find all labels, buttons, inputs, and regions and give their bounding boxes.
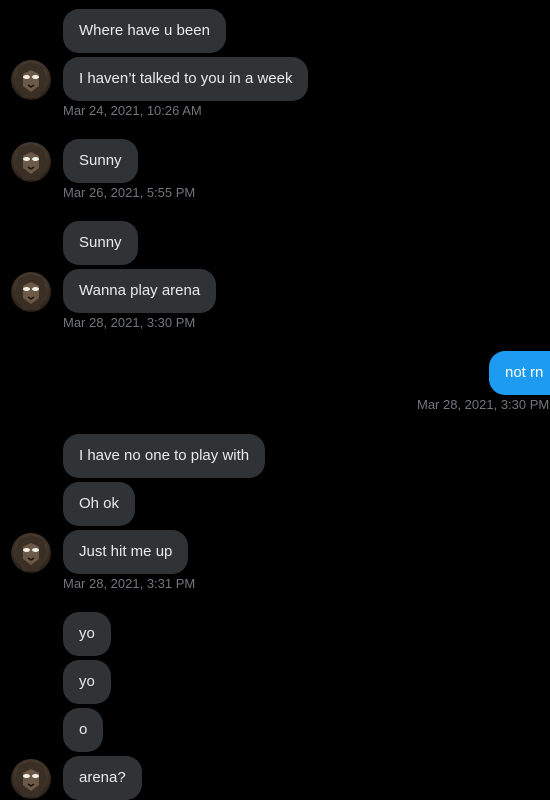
- sender-avatar-icon[interactable]: [11, 60, 51, 100]
- avatar-face-icon: [15, 144, 47, 180]
- message-timestamp: Mar 28, 2021, 3:30 PM: [63, 315, 196, 330]
- avatar-face-icon: [15, 274, 47, 310]
- incoming-message[interactable]: I have no one to play with: [63, 434, 266, 478]
- incoming-message[interactable]: yo: [63, 660, 111, 704]
- incoming-message[interactable]: yo: [63, 612, 111, 656]
- incoming-message[interactable]: Oh ok: [63, 482, 136, 526]
- avatar-face-icon: [15, 62, 47, 98]
- incoming-message[interactable]: Sunny: [63, 221, 138, 265]
- incoming-message[interactable]: o: [63, 708, 104, 752]
- sender-avatar-icon[interactable]: [11, 142, 51, 182]
- incoming-message[interactable]: Where have u been: [63, 9, 226, 53]
- sender-avatar-icon[interactable]: [11, 272, 51, 312]
- outgoing-message[interactable]: not rn: [489, 351, 550, 395]
- message-timestamp: Mar 28, 2021, 3:31 PM: [63, 576, 196, 591]
- incoming-message[interactable]: Wanna play arena: [63, 269, 217, 313]
- avatar-face-icon: [15, 535, 47, 571]
- sender-avatar-icon[interactable]: [11, 533, 51, 573]
- message-timestamp: Mar 24, 2021, 10:26 AM: [63, 103, 202, 118]
- incoming-message[interactable]: Just hit me up: [63, 530, 189, 574]
- sender-avatar-icon[interactable]: [11, 759, 51, 799]
- message-timestamp: Mar 26, 2021, 5:55 PM: [63, 185, 196, 200]
- incoming-message[interactable]: arena?: [63, 756, 142, 800]
- incoming-message[interactable]: Sunny: [63, 139, 138, 183]
- avatar-face-icon: [15, 761, 47, 797]
- message-timestamp: Mar 28, 2021, 3:30 PM · S: [417, 397, 550, 412]
- incoming-message[interactable]: I haven’t talked to you in a week: [63, 57, 309, 101]
